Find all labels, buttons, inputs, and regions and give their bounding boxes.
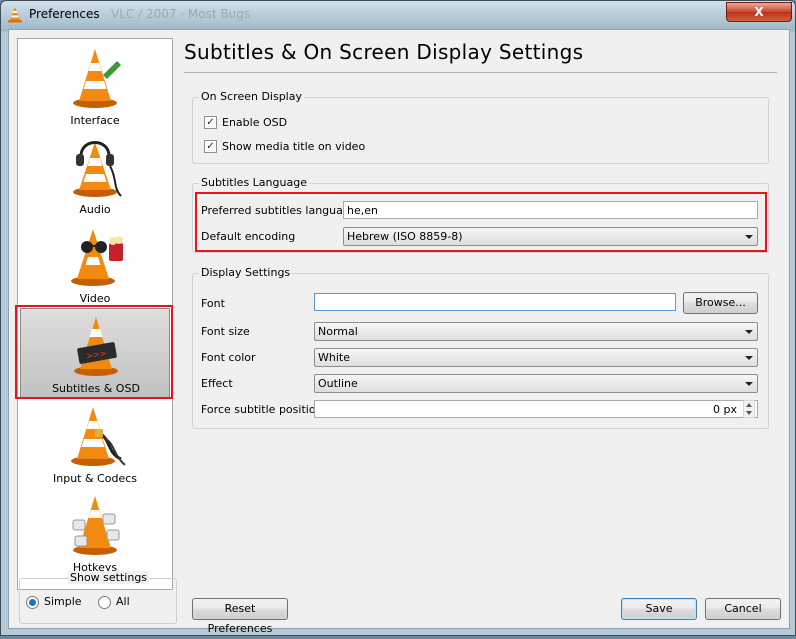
page-title: Subtitles & On Screen Display Settings (184, 40, 584, 64)
sidebar-item-label: Interface (70, 114, 120, 127)
sidebar-item-label: Video (79, 292, 111, 305)
font-color-label: Font color (201, 351, 256, 364)
display-settings-title: Display Settings (199, 266, 293, 279)
display-settings-group: Display Settings Font Browse... Font siz… (192, 266, 769, 429)
osd-group-title: On Screen Display (199, 90, 304, 103)
font-size-value: Normal (318, 325, 358, 338)
sidebar-item-interface[interactable]: Interface (20, 41, 170, 129)
background-window-title: VLC / 2007 · Most Bugs (111, 7, 251, 21)
subtitle-position-label: Force subtitle position (201, 403, 323, 416)
show-media-title-checkbox[interactable]: ✓ (204, 140, 217, 153)
save-button[interactable]: Save (621, 598, 697, 620)
sidebar-item-label: Input & Codecs (53, 472, 137, 485)
sidebar-item-audio[interactable]: Audio (20, 130, 170, 218)
window-title: Preferences (29, 7, 100, 21)
chevron-down-icon (745, 382, 753, 386)
cancel-button[interactable]: Cancel (705, 598, 781, 620)
sidebar-item-input-codecs[interactable]: Input & Codecs (20, 399, 170, 487)
effect-label: Effect (201, 377, 233, 390)
close-button[interactable]: X (726, 2, 792, 22)
chevron-down-icon (745, 356, 753, 360)
font-label: Font (201, 297, 225, 310)
headphones-cone-icon (73, 141, 122, 197)
sidebar-item-hotkeys[interactable]: Hotkeys (20, 488, 170, 576)
checkmark-icon: ✓ (206, 117, 215, 128)
browse-button[interactable]: Browse... (683, 292, 758, 314)
show-media-title-label: Show media title on video (222, 140, 366, 153)
show-settings-title: Show settings (68, 571, 150, 584)
sidebar-item-label: Audio (79, 203, 111, 216)
all-radio-label: All (116, 595, 130, 608)
reset-preferences-button[interactable]: Reset Preferences (192, 598, 288, 635)
sidebar-item-video[interactable]: Video (20, 219, 170, 307)
highlight-box-language (195, 192, 767, 252)
font-input[interactable] (314, 293, 676, 311)
font-color-value: White (318, 351, 350, 364)
cable-cone-icon (71, 407, 126, 466)
subtitle-position-spinbox[interactable]: 0 px (314, 400, 758, 418)
glasses-cone-icon (71, 229, 123, 286)
simple-radio[interactable] (26, 596, 39, 609)
title-divider (184, 72, 777, 73)
font-size-label: Font size (201, 325, 250, 338)
checkmark-icon: ✓ (206, 141, 215, 152)
close-icon: X (754, 5, 764, 19)
chevron-down-icon (745, 330, 753, 334)
reset-preferences-label: Reset Preferences (207, 602, 273, 635)
effect-select[interactable]: Outline (314, 374, 758, 393)
all-radio[interactable] (98, 596, 111, 609)
preferences-window: Preferences VLC / 2007 · Most Bugs X Int… (0, 0, 796, 636)
cancel-button-label: Cancel (724, 602, 762, 615)
font-size-select[interactable]: Normal (314, 322, 758, 341)
show-settings-group: Show settings Simple All (19, 571, 177, 624)
effect-value: Outline (318, 377, 358, 390)
simple-radio-label: Simple (44, 595, 82, 608)
osd-group: On Screen Display ✓ Enable OSD ✓ Show me… (192, 90, 769, 164)
font-color-select[interactable]: White (314, 348, 758, 367)
spin-arrows-icon[interactable] (743, 400, 755, 418)
enable-osd-label: Enable OSD (222, 116, 288, 129)
subtitles-language-title: Subtitles Language (199, 176, 309, 189)
title-bar[interactable]: Preferences VLC / 2007 · Most Bugs X (1, 1, 795, 29)
save-button-label: Save (645, 602, 673, 615)
vlc-cone-icon (8, 7, 22, 23)
enable-osd-checkbox[interactable]: ✓ (204, 116, 217, 129)
keyboard-cone-icon (72, 496, 120, 555)
dialog-body: Interface Audio Video >>> Subtitles & OS… (8, 29, 790, 635)
interface-cone-icon (73, 49, 121, 108)
highlight-box-sidebar (15, 305, 173, 399)
